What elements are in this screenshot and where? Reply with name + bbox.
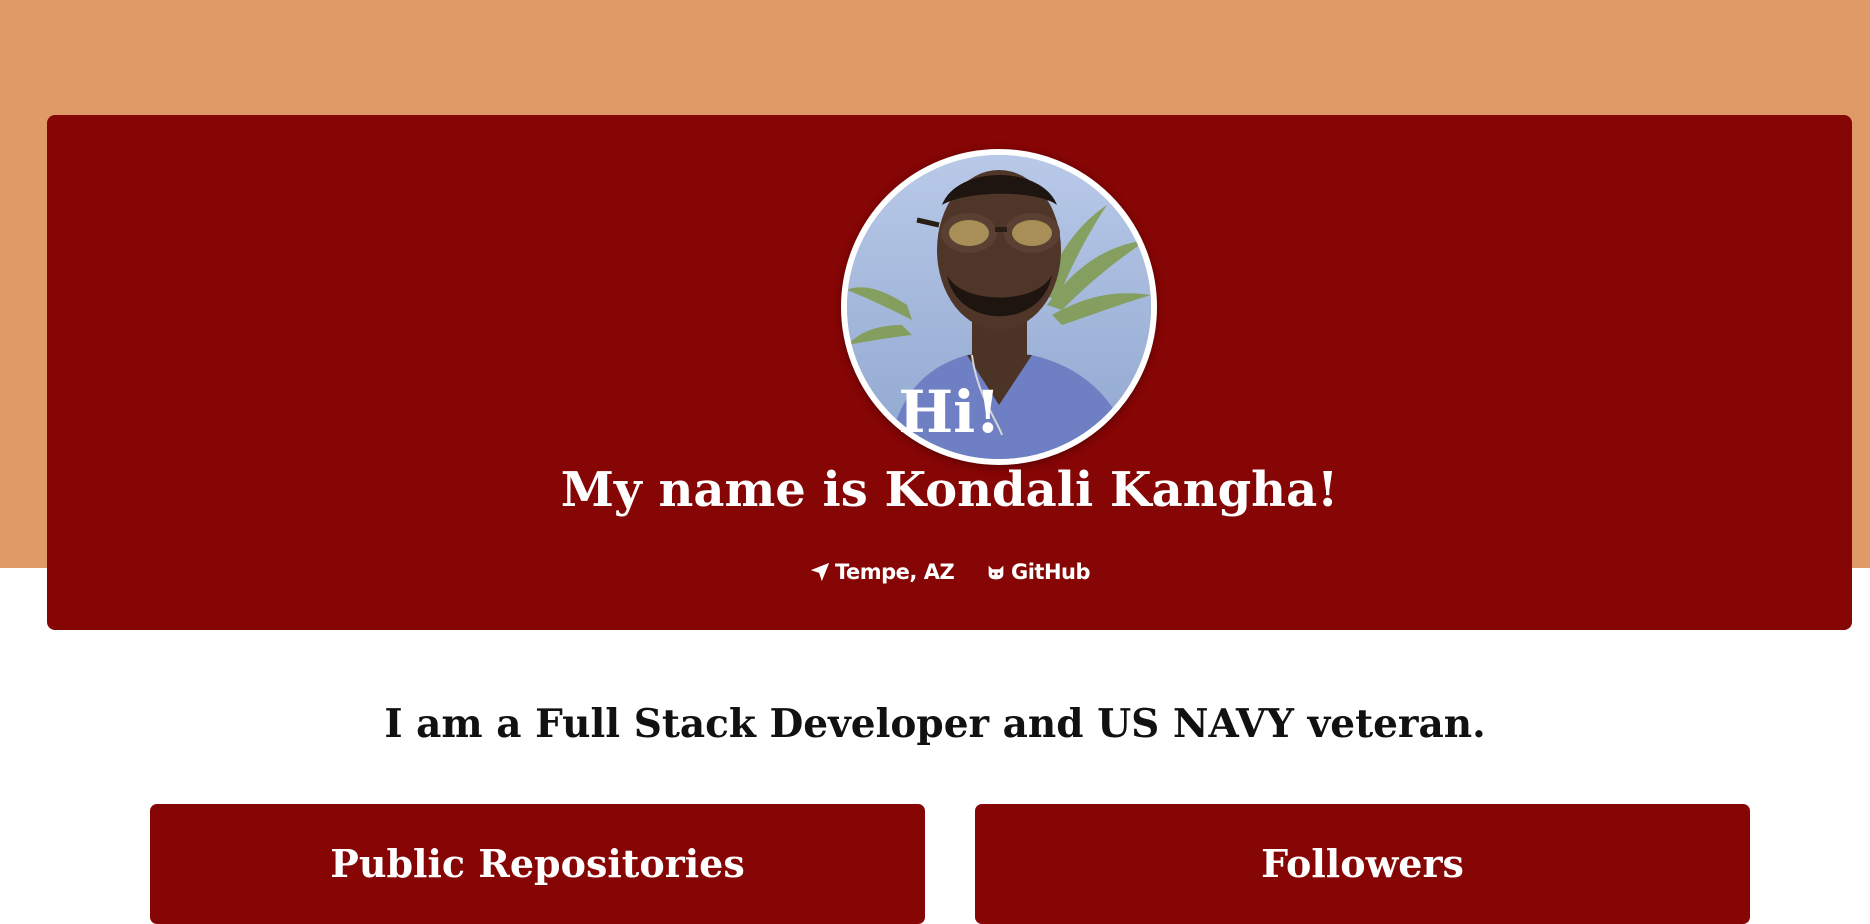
profile-hero-card: Hi! My name is Kondali Kangha! Tempe, AZ… — [47, 115, 1852, 630]
location-label: Tempe, AZ — [834, 560, 955, 584]
location-link[interactable]: Tempe, AZ — [809, 557, 955, 587]
location-arrow-icon — [809, 561, 831, 583]
followers-title: Followers — [1261, 841, 1464, 886]
hero-greeting: Hi! — [898, 378, 1001, 446]
public-repositories-title: Public Repositories — [330, 841, 745, 886]
github-icon — [985, 561, 1007, 583]
bio-tagline: I am a Full Stack Developer and US NAVY … — [384, 701, 1486, 747]
followers-card: Followers — [975, 804, 1750, 924]
public-repositories-card: Public Repositories — [150, 804, 925, 924]
github-link[interactable]: GitHub — [985, 557, 1091, 587]
hero-links: Tempe, AZ GitHub — [47, 557, 1852, 591]
github-label: GitHub — [1010, 560, 1091, 584]
hero-name-heading: My name is Kondali Kangha! — [560, 462, 1339, 518]
